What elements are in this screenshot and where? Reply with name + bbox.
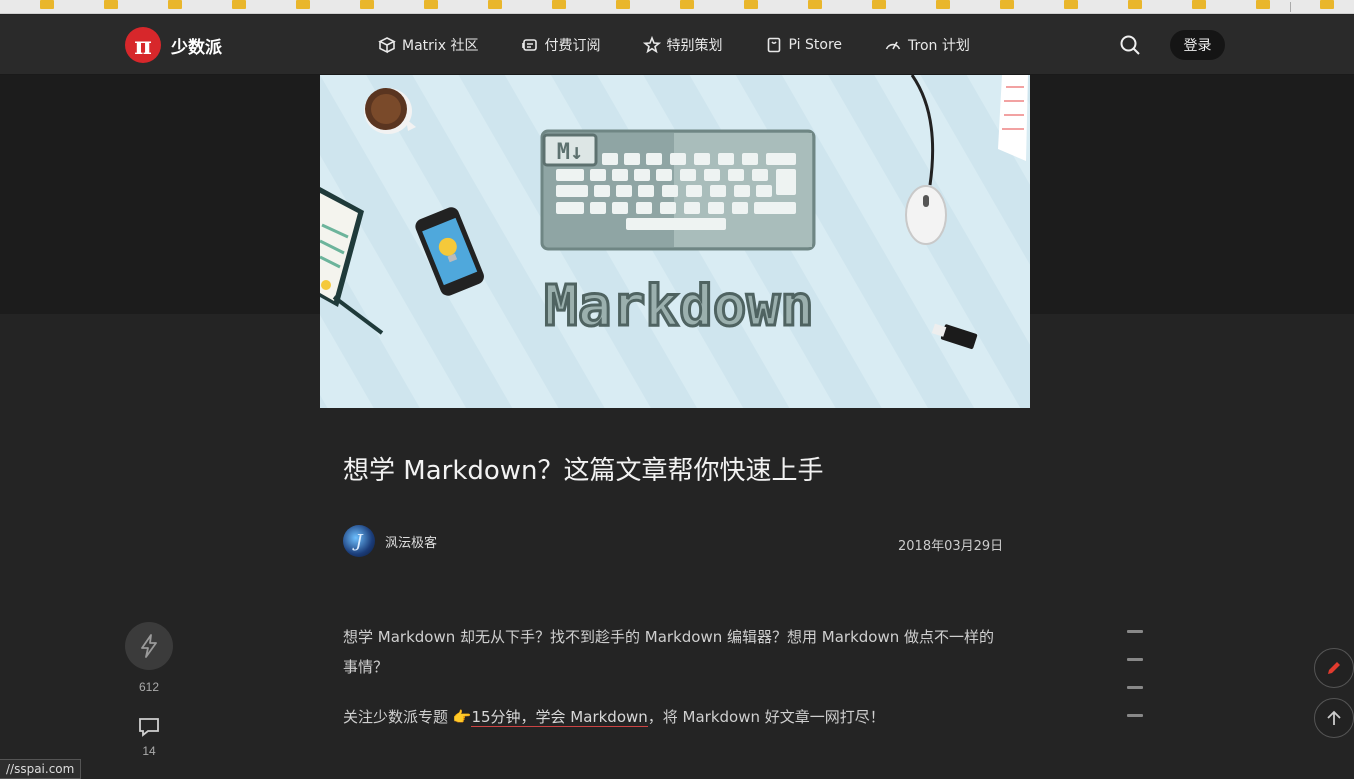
cube-icon <box>378 37 396 54</box>
paper-icon <box>998 75 1028 161</box>
nav-item-matrix[interactable]: Matrix 社区 <box>378 35 479 55</box>
charge-count: 612 <box>138 680 160 694</box>
markdown-wordmark: Markdown <box>544 274 814 339</box>
toc-item[interactable] <box>1127 714 1143 717</box>
nav-item-tron[interactable]: Tron 计划 <box>884 35 970 55</box>
bookmark-folder-icon[interactable] <box>424 0 438 9</box>
bookmark-folder-icon[interactable] <box>744 0 758 9</box>
arrow-up-icon <box>1327 710 1341 725</box>
back-to-top-button[interactable] <box>1314 698 1354 738</box>
bookmark-folder-icon[interactable] <box>1192 0 1206 9</box>
bookmark-folder-icon[interactable] <box>40 0 54 9</box>
keyboard-icon: M↓ <box>540 129 816 251</box>
bookmark-folder-icon[interactable] <box>168 0 182 9</box>
login-button[interactable]: 登录 <box>1170 30 1225 60</box>
gauge-icon <box>885 41 901 50</box>
bookmark-folder-icon[interactable] <box>488 0 502 9</box>
bookmarks-bar <box>0 0 1354 14</box>
bookmark-folder-icon[interactable] <box>1320 0 1334 9</box>
bookmark-folder-icon[interactable] <box>104 0 118 9</box>
search-icon[interactable] <box>1119 34 1141 56</box>
top-navbar: π 少数派 Matrix 社区 付费订阅 特别策划 Pi Store Tron … <box>0 15 1354 75</box>
nav-item-subscription[interactable]: 付费订阅 <box>521 35 601 55</box>
toc-item[interactable] <box>1127 630 1143 633</box>
comment-icon[interactable] <box>137 716 161 738</box>
avatar[interactable]: J <box>343 525 375 557</box>
svg-text:M↓: M↓ <box>557 140 584 165</box>
nav-item-label: Pi Store <box>788 37 843 53</box>
bookmark-folder-icon[interactable] <box>936 0 950 9</box>
bookmark-folder-icon[interactable] <box>232 0 246 9</box>
star-icon <box>642 36 661 54</box>
nav-item-pi-store[interactable]: Pi Store <box>765 36 842 54</box>
pencil-icon <box>1328 662 1340 674</box>
nav-item-label: 付费订阅 <box>544 38 601 54</box>
bookmark-folder-icon[interactable] <box>360 0 374 9</box>
write-button[interactable] <box>1314 648 1354 688</box>
publish-date: 2018年03月29日 <box>898 539 1004 554</box>
bookmark-folder-icon[interactable] <box>808 0 822 9</box>
bookmark-folder-icon[interactable] <box>1064 0 1078 9</box>
article-paragraph: 想学 Markdown 却无从下手？找不到趁手的 Markdown 编辑器？想用… <box>343 628 994 676</box>
comment-count: 14 <box>142 744 156 758</box>
nav-item-label: Matrix 社区 <box>402 38 479 54</box>
author-name[interactable]: 沨沄极客 <box>385 532 437 551</box>
paragraph-text: ，将 Markdown 好文章一网打尽！ <box>647 708 885 726</box>
nav-item-label: Tron 计划 <box>908 38 970 54</box>
nav-item-label: 特别策划 <box>666 38 723 54</box>
charge-button[interactable] <box>125 622 173 670</box>
bookmark-folder-icon[interactable] <box>1000 0 1014 9</box>
markdown-illustration: M↓ Markdown <box>320 75 1030 408</box>
bookmark-separator <box>1290 2 1291 12</box>
bookmark-folder-icon[interactable] <box>552 0 566 9</box>
pi-logo-icon: π <box>125 27 161 63</box>
bag-icon <box>767 37 780 53</box>
bookmark-folder-icon[interactable] <box>1128 0 1142 9</box>
bookmark-folder-icon[interactable] <box>680 0 694 9</box>
author-block[interactable]: J 沨沄极客 <box>343 525 437 557</box>
nav-item-special[interactable]: 特别策划 <box>642 35 723 55</box>
toc-item[interactable] <box>1127 658 1143 661</box>
table-of-contents <box>1127 630 1143 742</box>
site-logo[interactable]: π 少数派 <box>125 27 222 63</box>
article-title: 想学 Markdown？这篇文章帮你快速上手 <box>343 456 824 486</box>
subscription-icon <box>521 39 537 51</box>
site-name: 少数派 <box>171 37 222 58</box>
article-paragraph: 关注少数派专题 👉15分钟，学会 Markdown，将 Markdown 好文章… <box>343 702 1003 732</box>
paragraph-text: 关注少数派专题 👉 <box>343 708 472 726</box>
bookmark-folder-icon[interactable] <box>1256 0 1270 9</box>
toc-item[interactable] <box>1127 686 1143 689</box>
topic-link[interactable]: 15分钟，学会 Markdown <box>471 708 648 727</box>
bookmark-folder-icon[interactable] <box>296 0 310 9</box>
hero-image: M↓ Markdown <box>320 75 1030 408</box>
lightning-icon <box>141 634 157 658</box>
main-nav: Matrix 社区 付费订阅 特别策划 Pi Store Tron 计划 <box>378 15 1012 75</box>
bookmark-folder-icon[interactable] <box>616 0 630 9</box>
status-url: //sspai.com <box>0 759 82 779</box>
bookmark-folder-icon[interactable] <box>872 0 886 9</box>
